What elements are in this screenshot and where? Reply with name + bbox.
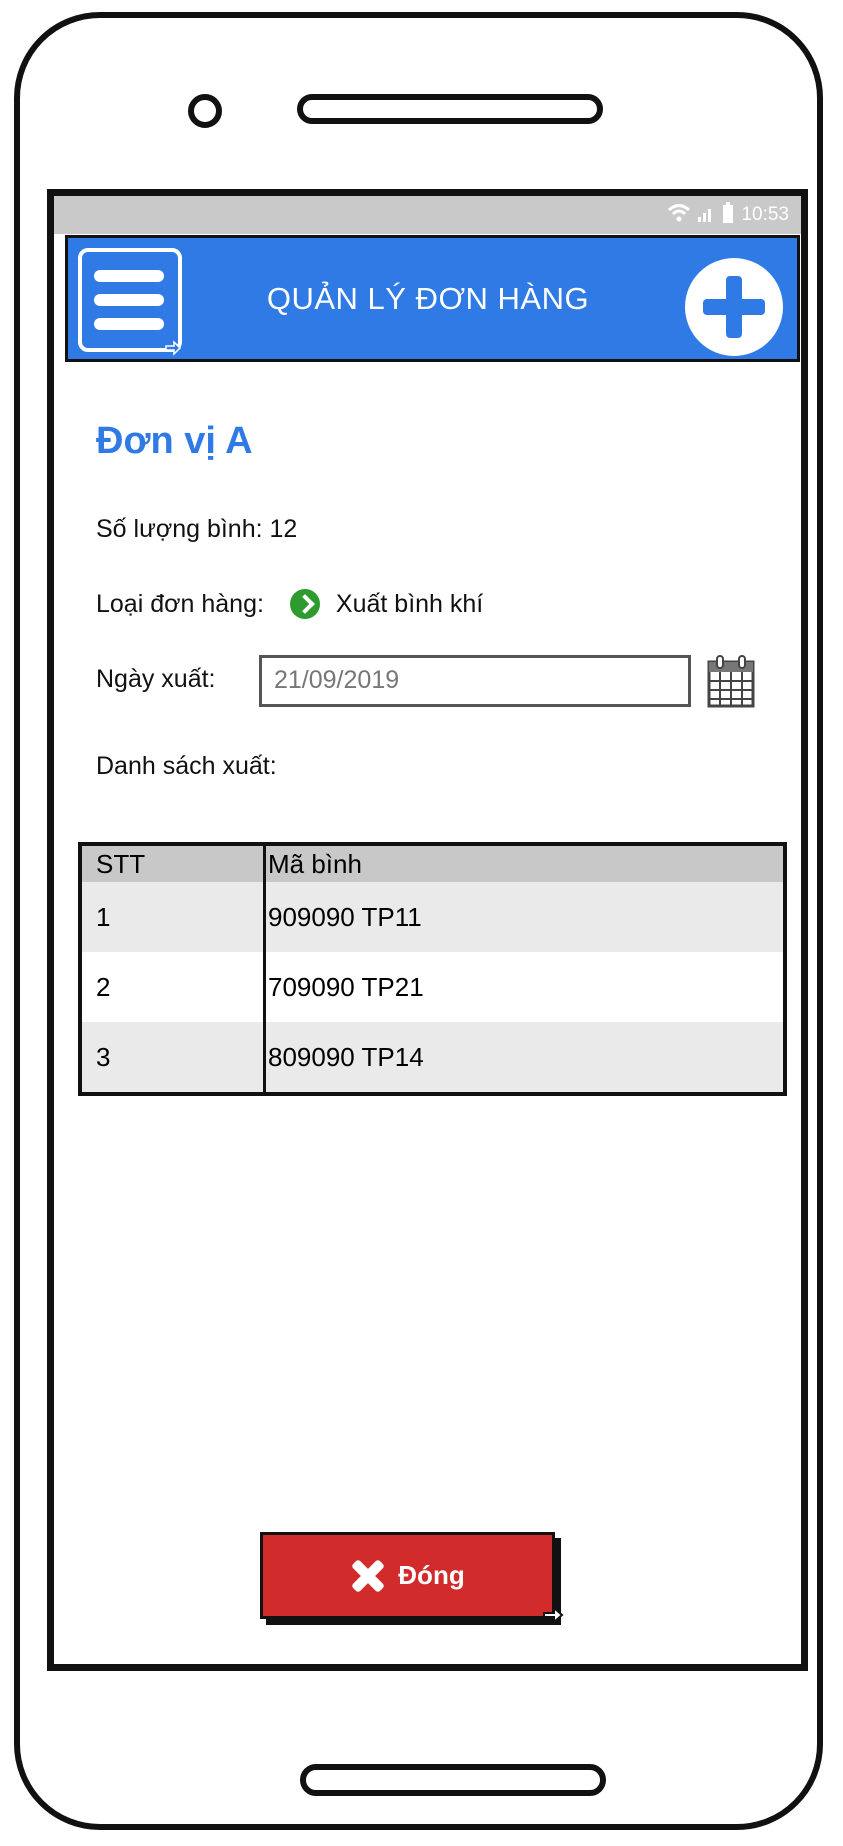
table-row[interactable]: 2 709090 TP21 (82, 952, 783, 1022)
battery-icon (721, 201, 735, 229)
status-bar: 10:53 (54, 196, 801, 234)
home-button[interactable] (300, 1764, 606, 1796)
table-cell-code: 709090 TP21 (268, 971, 424, 1002)
add-order-button[interactable] (685, 258, 783, 356)
table-row[interactable]: 3 809090 TP14 (82, 1022, 783, 1092)
table-cell-code: 809090 TP14 (268, 1041, 424, 1072)
export-date-field[interactable]: 21/09/2019 (259, 655, 691, 707)
status-time: 10:53 (741, 204, 789, 225)
menu-icon-bar (94, 294, 164, 306)
table-header-stt: STT (82, 846, 266, 882)
table-header-code: Mã bình (268, 848, 362, 879)
export-date-label: Ngày xuất: (96, 665, 216, 694)
quantity-row: Số lượng bình: 12 (96, 515, 297, 544)
chevron-right-circle-icon (289, 589, 320, 619)
unit-title: Đơn vị A (96, 420, 253, 462)
order-type-row: Loại đơn hàng: Xuất bình khí (96, 589, 483, 619)
link-cursor-icon (165, 340, 182, 356)
order-type-label: Loại đơn hàng: (96, 589, 264, 618)
close-icon (350, 1559, 384, 1593)
wireframe-canvas: 10:53 QUẢN LÝ ĐƠN HÀNG Đơn vị A Số lượng… (0, 0, 843, 1846)
page-title: QUẢN LÝ ĐƠN HÀNG (266, 281, 590, 316)
export-date-label-text: Ngày xuất: (96, 665, 216, 693)
table-cell-code: 909090 TP11 (268, 901, 422, 932)
app-header: QUẢN LÝ ĐƠN HÀNG (65, 235, 800, 362)
camera-icon (188, 94, 222, 128)
phone-screen: 10:53 QUẢN LÝ ĐƠN HÀNG Đơn vị A Số lượng… (47, 189, 808, 1671)
close-button-label: Đóng (398, 1560, 465, 1590)
table-cell-stt: 1 (82, 882, 266, 952)
calendar-icon[interactable] (706, 654, 756, 708)
export-list-table: STT Mã bình 1 909090 TP11 2 709090 TP21 … (78, 842, 787, 1096)
table-cell-stt: 3 (82, 1022, 266, 1092)
table-row[interactable]: 1 909090 TP11 (82, 882, 783, 952)
table-header-row: STT Mã bình (82, 846, 783, 882)
table-cell-stt: 2 (82, 952, 266, 1022)
wifi-icon (667, 203, 691, 228)
signal-icon (697, 203, 715, 228)
speaker-slot (297, 94, 603, 124)
export-date-value: 21/09/2019 (274, 666, 400, 694)
order-type-value: Xuất bình khí (335, 589, 484, 618)
quantity-text: Số lượng bình: 12 (96, 515, 298, 543)
menu-icon-bar (94, 318, 164, 330)
plus-icon-bar (703, 299, 765, 315)
status-icons: 10:53 (667, 201, 789, 229)
menu-button[interactable] (78, 248, 182, 356)
export-list-label: Danh sách xuất: (96, 752, 277, 780)
link-cursor-icon (543, 1605, 564, 1625)
menu-icon (94, 270, 164, 282)
close-button[interactable]: Đóng (260, 1532, 555, 1619)
